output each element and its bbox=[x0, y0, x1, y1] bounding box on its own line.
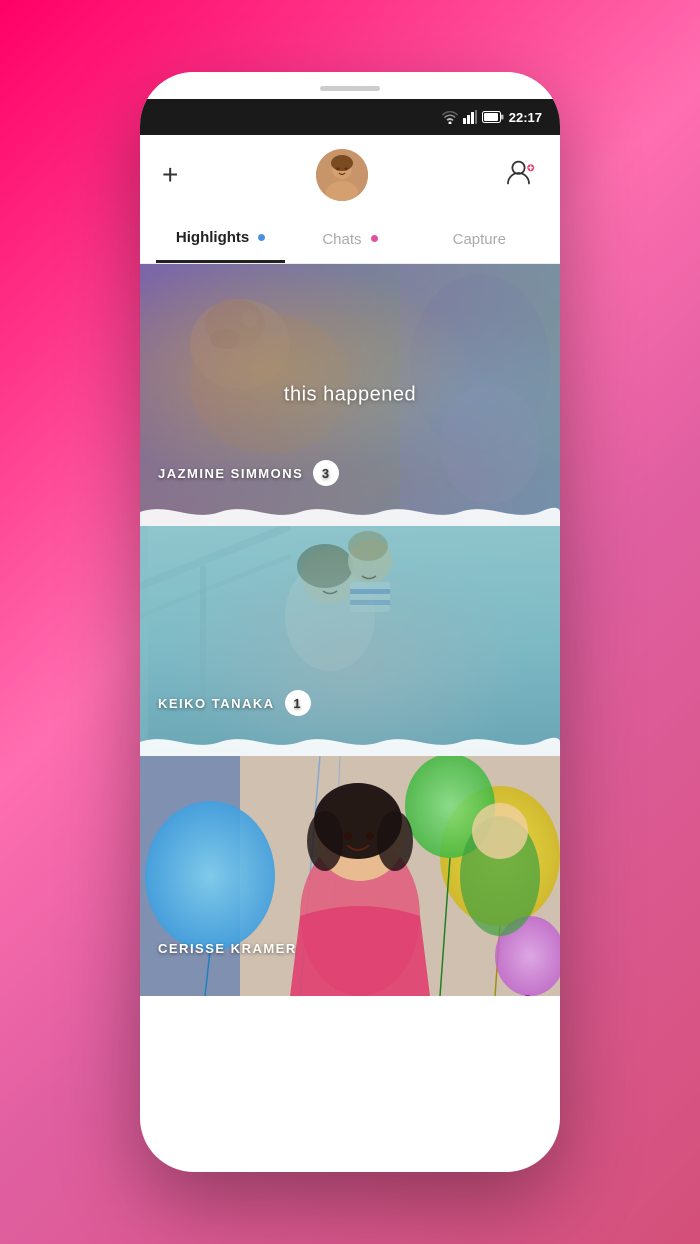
highlights-feed: this happened JAZMINE SIMMONS 3 bbox=[140, 264, 560, 1172]
notch-bar bbox=[320, 86, 380, 91]
phone-notch bbox=[140, 72, 560, 99]
story-name-jazmine: JAZMINE SIMMONS bbox=[158, 466, 303, 481]
story-name-cerisse: CERISSE KRAMER bbox=[158, 941, 297, 956]
wavy-divider-2 bbox=[140, 728, 560, 756]
tab-capture[interactable]: Capture bbox=[415, 217, 544, 262]
add-friend-icon bbox=[506, 159, 538, 187]
tab-highlights[interactable]: Highlights bbox=[156, 215, 285, 263]
story-card-jazmine[interactable]: this happened JAZMINE SIMMONS 3 bbox=[140, 264, 560, 526]
story-image-3 bbox=[140, 756, 560, 996]
add-button[interactable]: + bbox=[162, 159, 178, 191]
story-label-jazmine: JAZMINE SIMMONS 3 bbox=[158, 460, 339, 486]
story-bg-3 bbox=[140, 756, 560, 996]
status-icons: 22:17 bbox=[442, 110, 542, 125]
highlights-dot bbox=[258, 234, 265, 241]
phone-frame: 22:17 + bbox=[140, 72, 560, 1172]
status-bar: 22:17 bbox=[140, 99, 560, 135]
story-count-keiko: 1 bbox=[285, 690, 311, 716]
app-header: + bbox=[140, 135, 560, 215]
avatar[interactable] bbox=[316, 149, 368, 201]
chats-dot bbox=[371, 235, 378, 242]
battery-icon bbox=[482, 111, 504, 123]
this-happened-text: this happened bbox=[284, 384, 416, 407]
avatar-image bbox=[316, 149, 368, 201]
story-label-keiko: KEIKO TANAKA 1 bbox=[158, 690, 311, 716]
status-time: 22:17 bbox=[509, 110, 542, 125]
tabs-bar: Highlights Chats Capture bbox=[140, 215, 560, 264]
story-card-cerisse[interactable]: CERISSE KRAMER bbox=[140, 756, 560, 996]
wifi-icon bbox=[442, 110, 458, 124]
story-overlay-2 bbox=[140, 526, 560, 756]
tab-chats[interactable]: Chats bbox=[285, 217, 414, 262]
story-name-keiko: KEIKO TANAKA bbox=[158, 696, 275, 711]
signal-icon bbox=[463, 110, 477, 124]
story-count-jazmine: 3 bbox=[313, 460, 339, 486]
story-card-keiko[interactable]: KEIKO TANAKA 1 bbox=[140, 526, 560, 756]
add-friend-button[interactable] bbox=[506, 159, 538, 192]
wavy-divider-1 bbox=[140, 498, 560, 526]
story-label-cerisse: CERISSE KRAMER bbox=[158, 941, 297, 956]
